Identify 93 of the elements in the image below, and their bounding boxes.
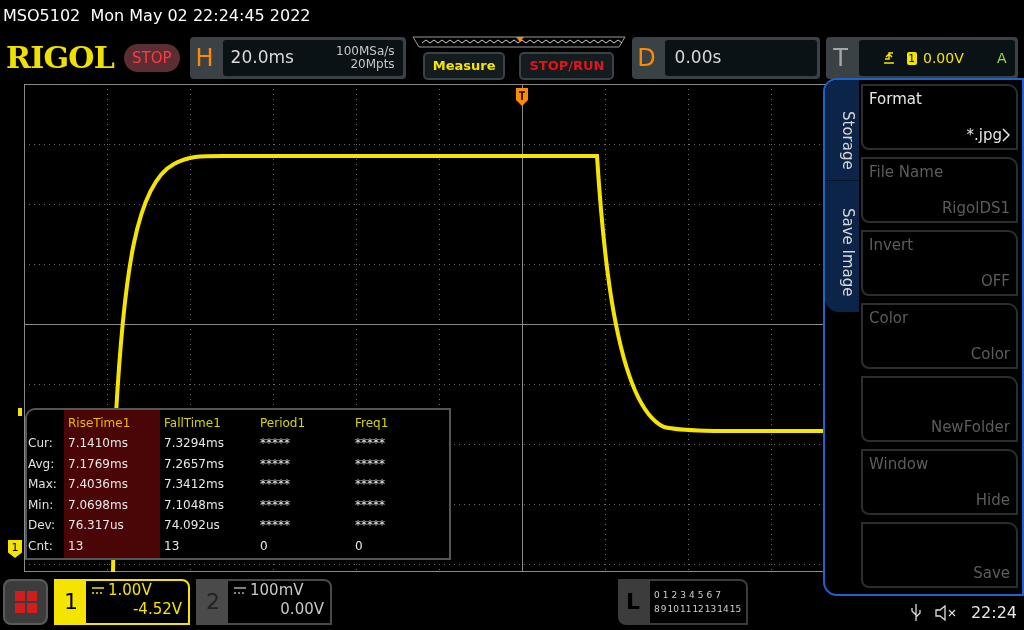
memory-timeline-icon bbox=[411, 36, 626, 48]
trigger-letter: T bbox=[832, 43, 849, 74]
model-datetime: MSO5102 Mon May 02 22:24:45 2022 bbox=[3, 5, 311, 27]
digital-channel-label: 9 bbox=[660, 603, 667, 616]
menu-title[interactable]: Storage bbox=[825, 80, 859, 180]
chevron-right-icon bbox=[1002, 127, 1010, 142]
trigger-mode: A bbox=[997, 48, 1007, 68]
digital-channel-label: 10 bbox=[667, 603, 679, 616]
rising-edge-icon bbox=[882, 51, 895, 65]
digital-channel-label: 14 bbox=[717, 603, 729, 616]
measurement-value: ***** bbox=[354, 455, 386, 473]
channel-number: 1 bbox=[63, 588, 79, 616]
measurement-value: ***** bbox=[259, 455, 291, 473]
measurement-value: ***** bbox=[259, 517, 291, 535]
app-menu-button[interactable] bbox=[3, 579, 48, 625]
digital-channel-label: 8 bbox=[654, 603, 660, 616]
horizontal-panel[interactable]: H 20.0ms 100MSa/s 20Mpts bbox=[189, 37, 406, 79]
horizontal-letter: H bbox=[194, 43, 215, 74]
row-label: Dev: bbox=[27, 517, 57, 535]
measurement-value: 7.4036ms bbox=[67, 476, 129, 494]
trigger-source-badge: 1 bbox=[906, 51, 917, 65]
digital-channel-label: 12 bbox=[692, 603, 704, 616]
brand-logo: RIGOL bbox=[6, 43, 115, 73]
clock-time: 22:24 bbox=[970, 602, 1017, 624]
channel-marker: 1 bbox=[8, 540, 22, 558]
digital-channel-label: 4 bbox=[688, 589, 695, 602]
digital-channel-label: 2 bbox=[671, 589, 678, 602]
measurement-value: ***** bbox=[259, 496, 291, 514]
timebase-value: 20.0ms bbox=[230, 46, 294, 70]
channel-offset: -4.52V bbox=[132, 600, 182, 619]
menu-softkey[interactable]: Format *.jpg bbox=[861, 84, 1018, 150]
measurement-value: ***** bbox=[354, 517, 386, 535]
delay-panel[interactable]: D 0.00s bbox=[631, 37, 820, 79]
row-label: Avg: bbox=[27, 455, 56, 473]
measurement-value: 13 bbox=[163, 537, 181, 555]
mute-icon bbox=[934, 605, 957, 621]
digital-channel-label: 15 bbox=[729, 603, 742, 616]
dc-coupling-icon bbox=[92, 586, 104, 595]
measurement-value: 7.3412ms bbox=[163, 476, 225, 494]
delay-letter: D bbox=[636, 43, 657, 74]
digital-channel-label: 11 bbox=[679, 603, 692, 616]
measurement-value: 7.2657ms bbox=[163, 455, 225, 473]
channel-offset: 0.00V bbox=[280, 600, 324, 619]
row-label: Cnt: bbox=[27, 537, 54, 555]
digital-channel-label: 13 bbox=[704, 603, 717, 616]
measure-button[interactable]: Measure bbox=[422, 52, 506, 80]
measurement-value: 7.1048ms bbox=[163, 496, 225, 514]
run-state-indicator: STOP bbox=[124, 43, 180, 73]
digital-channel-label: 5 bbox=[697, 589, 704, 602]
measurement-value: 0 bbox=[259, 537, 269, 555]
channel-panel[interactable]: 1 1.00V -4.52V bbox=[54, 579, 190, 625]
digital-channel-label: 1 bbox=[662, 589, 669, 602]
submenu-title[interactable]: Save Image bbox=[825, 180, 859, 312]
trigger-level: 0.00V bbox=[923, 48, 964, 68]
measurement-value: 74.092us bbox=[163, 517, 221, 535]
measurement-value: ***** bbox=[259, 476, 291, 494]
digital-channel-label: 7 bbox=[715, 589, 721, 602]
measurement-value: ***** bbox=[354, 435, 386, 452]
logic-letter: L bbox=[625, 588, 641, 616]
column-header: RiseTime1 bbox=[67, 415, 132, 432]
volts-per-div: 100mV bbox=[250, 581, 304, 600]
logic-panel[interactable]: L 0 1 2 3 4 5 6 7 8 9 10 11 12 13 14 15 bbox=[618, 579, 748, 625]
column-header: Freq1 bbox=[354, 415, 390, 432]
measurement-value: 76.317us bbox=[67, 517, 125, 535]
trigger-panel[interactable]: T 1 0.00V A bbox=[825, 37, 1018, 79]
measurement-value: 0 bbox=[354, 537, 364, 555]
row-label: Min: bbox=[27, 496, 55, 514]
digital-channel-label: 6 bbox=[706, 589, 713, 602]
column-header: FallTime1 bbox=[163, 415, 222, 432]
volts-per-div: 1.00V bbox=[108, 581, 152, 600]
dc-coupling-icon bbox=[234, 586, 246, 595]
measurement-value: ***** bbox=[259, 435, 291, 452]
delay-value: 0.00s bbox=[674, 46, 722, 70]
memory-depth: 20Mpts bbox=[350, 58, 395, 71]
measurement-value: 7.0698ms bbox=[67, 496, 129, 514]
measurement-value: 7.3294ms bbox=[163, 435, 225, 452]
measurement-value: 13 bbox=[67, 537, 85, 555]
measurement-value: 7.1769ms bbox=[67, 455, 129, 473]
measurement-value: ***** bbox=[354, 496, 386, 514]
grid-icon bbox=[14, 591, 37, 613]
stop-run-button[interactable]: STOP/RUN bbox=[519, 52, 615, 80]
digital-channel-label: 0 bbox=[654, 589, 660, 602]
trigger-position-icon bbox=[516, 88, 528, 106]
row-label: Cur: bbox=[27, 435, 54, 452]
trigger-level-marker bbox=[18, 408, 22, 416]
column-header: Period1 bbox=[259, 415, 307, 432]
row-label: Max: bbox=[27, 476, 58, 494]
measurement-value: 7.1410ms bbox=[67, 435, 129, 452]
digital-channel-label: 3 bbox=[680, 589, 686, 602]
measurement-value: ***** bbox=[354, 476, 386, 494]
selected-column[interactable]: RiseTime1 7.1410ms 7.1769ms 7.4036ms 7.0698ms 76.317us 13 bbox=[64, 410, 160, 558]
sample-rate: 100MSa/s bbox=[336, 45, 395, 58]
usb-icon bbox=[910, 604, 921, 622]
